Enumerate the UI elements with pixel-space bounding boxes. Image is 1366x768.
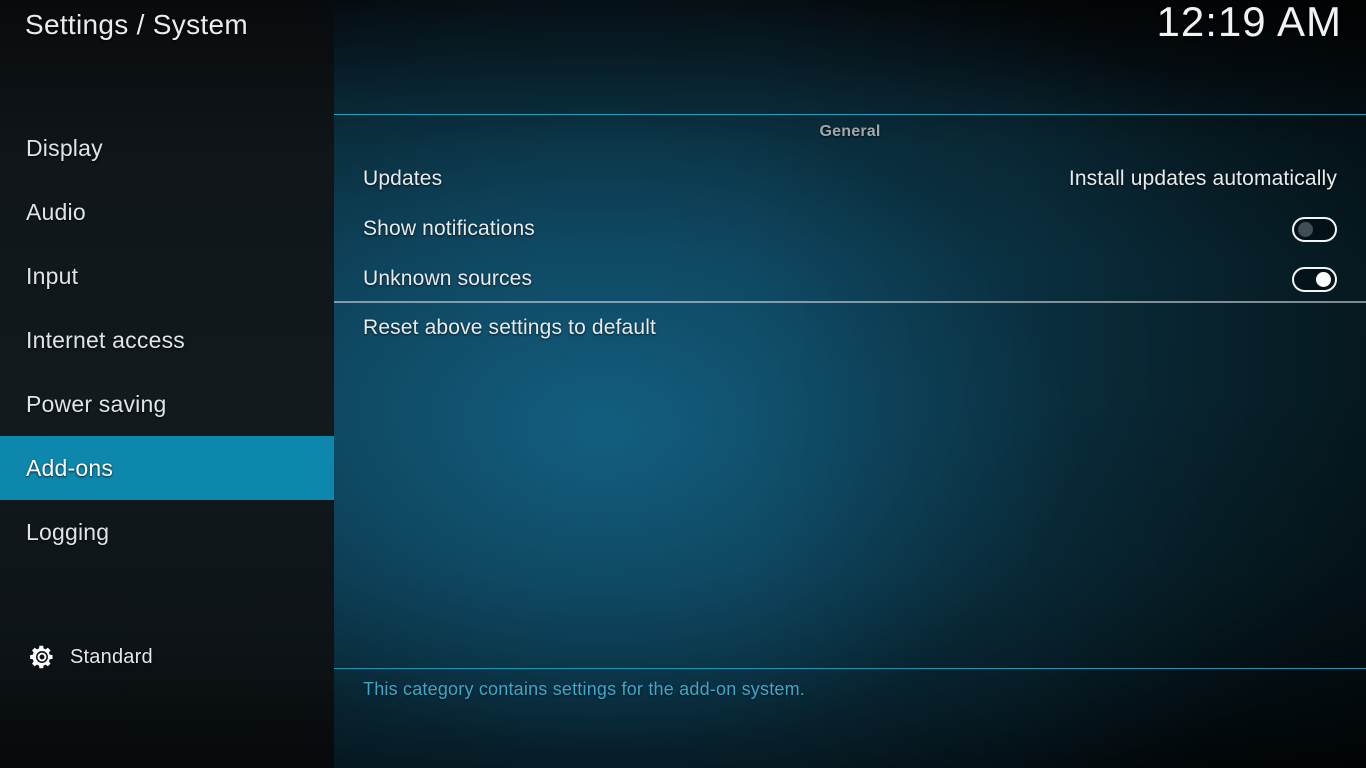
reset-settings-label: Reset above settings to default <box>363 316 656 339</box>
settings-level-selector[interactable]: Standard <box>0 634 334 680</box>
toggle-show-notifications[interactable] <box>1292 216 1337 242</box>
sidebar-item-label: Audio <box>26 198 86 225</box>
clock: 12:19 AM <box>1156 0 1342 45</box>
setting-row-updates[interactable]: Updates Install updates automatically <box>334 154 1366 204</box>
setting-label: Unknown sources <box>363 267 533 290</box>
top-divider <box>334 114 1366 115</box>
setting-row-show-notifications[interactable]: Show notifications <box>334 204 1366 254</box>
sidebar: Settings / System Display Audio Input In… <box>0 0 334 768</box>
sidebar-item-label: Internet access <box>26 326 185 353</box>
toggle-knob <box>1316 271 1331 287</box>
sidebar-item-internet-access[interactable]: Internet access <box>0 308 334 372</box>
setting-value-updates: Install updates automatically <box>1068 167 1337 190</box>
settings-content-panel: 12:19 AM General Updates Install updates… <box>334 0 1366 768</box>
category-description: This category contains settings for the … <box>363 679 806 699</box>
settings-level-label: Standard <box>70 645 153 668</box>
setting-label: Show notifications <box>363 217 535 240</box>
sidebar-item-input[interactable]: Input <box>0 244 334 308</box>
bottom-divider <box>334 668 1366 669</box>
sidebar-item-label: Add-ons <box>26 454 114 481</box>
category-list: Display Audio Input Internet access Powe… <box>0 116 334 564</box>
toggle-unknown-sources[interactable] <box>1292 266 1337 292</box>
sidebar-item-logging[interactable]: Logging <box>0 500 334 564</box>
section-divider <box>334 301 1366 303</box>
sidebar-item-label: Power saving <box>26 390 167 417</box>
page-title: Settings / System <box>25 9 248 40</box>
settings-list: Updates Install updates automatically Sh… <box>334 154 1366 304</box>
sidebar-item-add-ons[interactable]: Add-ons <box>0 436 334 500</box>
toggle-knob <box>1298 221 1313 237</box>
sidebar-item-label: Display <box>26 134 103 161</box>
sidebar-item-label: Input <box>26 262 79 289</box>
settings-group-header: General <box>819 123 881 140</box>
sidebar-item-display[interactable]: Display <box>0 116 334 180</box>
setting-label: Updates <box>363 167 443 190</box>
gear-icon <box>30 645 53 669</box>
sidebar-item-power-saving[interactable]: Power saving <box>0 372 334 436</box>
kodi-settings-window: Settings / System Display Audio Input In… <box>0 0 1366 768</box>
reset-settings-button[interactable]: Reset above settings to default <box>334 304 1366 352</box>
sidebar-item-label: Logging <box>26 518 110 545</box>
sidebar-item-audio[interactable]: Audio <box>0 180 334 244</box>
setting-row-unknown-sources[interactable]: Unknown sources <box>334 254 1366 304</box>
